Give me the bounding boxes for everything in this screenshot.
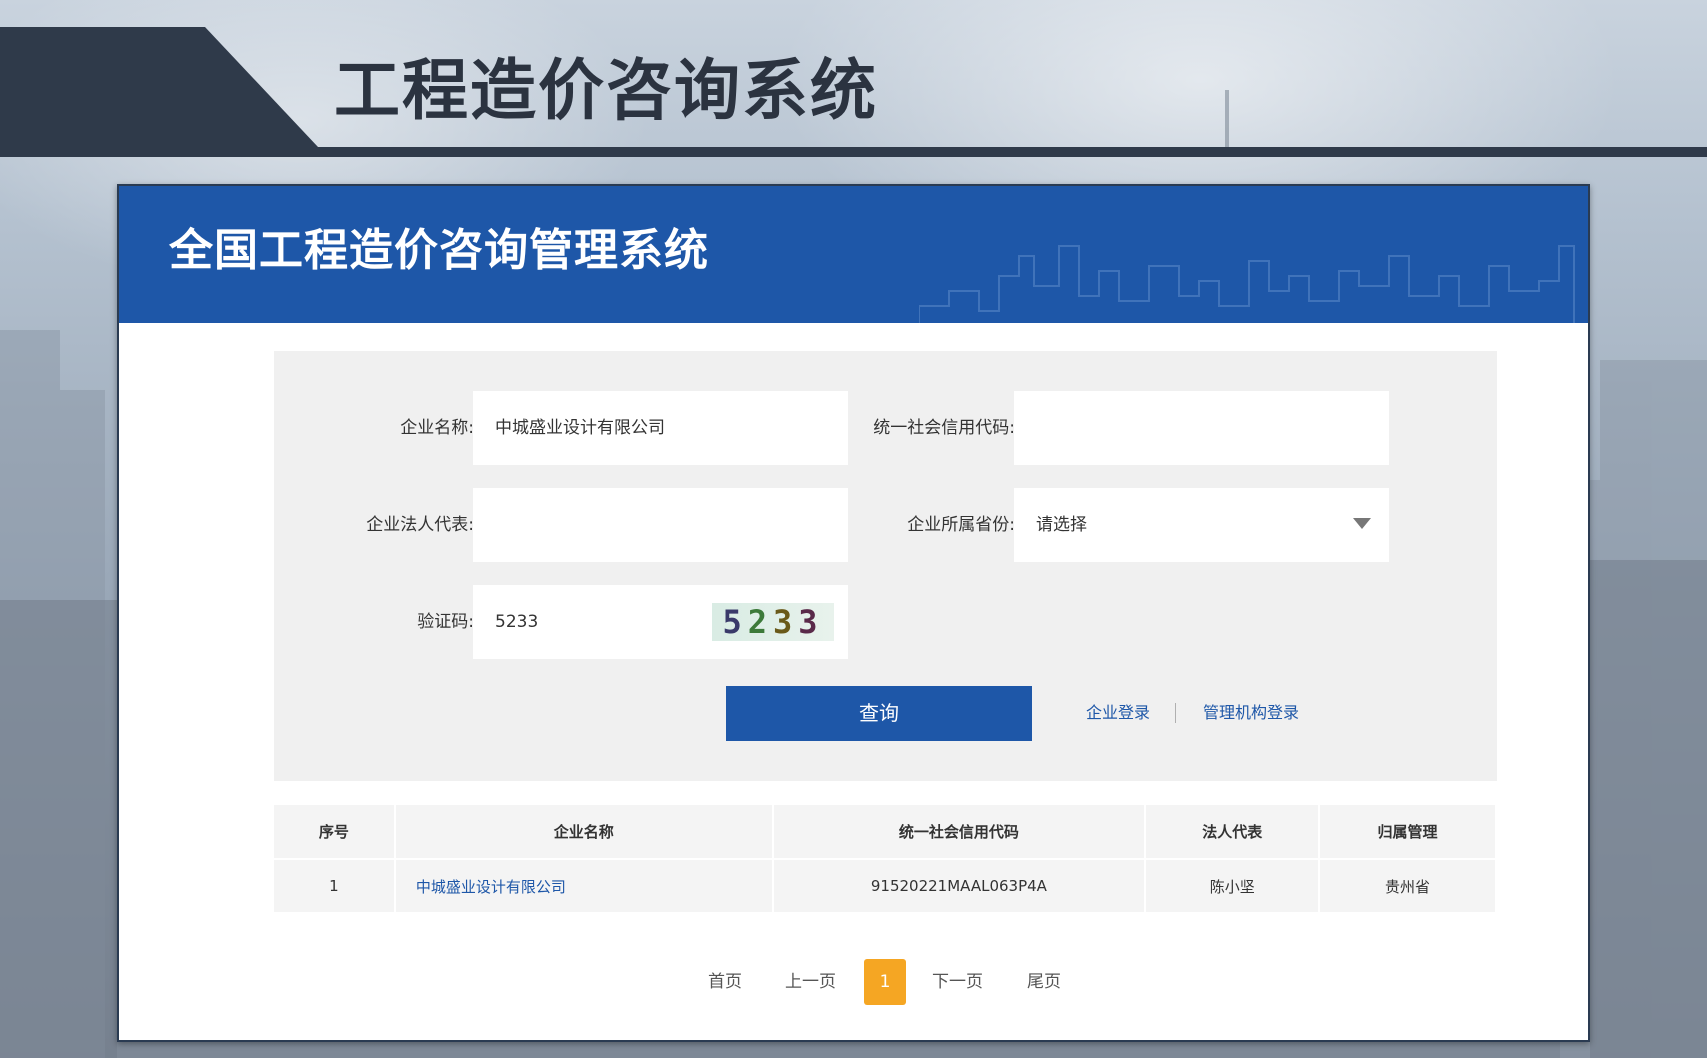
slide-title: 工程造价咨询系统 [334,52,878,129]
column-header-company-name: 企业名称 [394,805,774,860]
skyline-decoration [919,245,1575,323]
search-panel: 企业名称: 中城盛业设计有限公司 统一社会信用代码: 企业法人代表: 企业所属省… [274,351,1497,781]
cell-index: 1 [274,859,396,914]
cell-legal-rep: 陈小坚 [1145,859,1321,914]
credit-code-input[interactable] [1014,391,1389,465]
province-select[interactable]: 请选择 [1014,488,1389,562]
province-selected-value: 请选择 [1036,515,1087,535]
captcha-input-value: 5233 [495,612,539,632]
captcha-digit: 3 [798,603,824,641]
captcha-image[interactable]: 5233 [712,603,834,641]
app-banner: 全国工程造价咨询管理系统 [119,186,1588,323]
query-button[interactable]: 查询 [726,686,1032,741]
company-name-label: 企业名称: [400,418,474,438]
cell-province: 贵州省 [1319,859,1497,914]
table-header-row: 序号 企业名称 统一社会信用代码 法人代表 归属管理 [274,805,1497,860]
column-header-credit-code: 统一社会信用代码 [772,805,1147,860]
captcha-digit: 2 [747,603,773,641]
page-current[interactable]: 1 [864,959,906,1005]
column-header-index: 序号 [274,805,396,860]
app-title: 全国工程造价咨询管理系统 [169,225,709,276]
captcha-label: 验证码: [417,612,474,632]
credit-code-label: 统一社会信用代码: [873,418,1015,438]
chevron-down-icon [1353,518,1371,529]
page-first-link[interactable]: 首页 [708,959,742,1005]
company-name-input[interactable]: 中城盛业设计有限公司 [473,391,848,465]
page-prev-link[interactable]: 上一页 [785,959,836,1005]
province-label: 企业所属省份: [907,515,1015,535]
captcha-digit: 3 [773,603,799,641]
legal-rep-label: 企业法人代表: [366,515,474,535]
pagination: 首页 上一页 1 下一页 尾页 [119,959,1588,1005]
table-row: 1 中城盛业设计有限公司 91520221MAAL063P4A 陈小坚 贵州省 [274,859,1497,914]
admin-login-link[interactable]: 管理机构登录 [1203,698,1299,728]
column-header-province: 归属管理 [1319,805,1497,860]
app-window: 全国工程造价咨询管理系统 企业名称: 中城盛业设计有限公司 统一社会信用代码: … [117,184,1590,1042]
results-table: 序号 企业名称 统一社会信用代码 法人代表 归属管理 1 中城盛业设计有限公司 … [274,805,1497,914]
page-last-link[interactable]: 尾页 [1027,959,1061,1005]
legal-rep-input[interactable] [473,488,848,562]
link-divider [1175,703,1176,723]
captcha-input[interactable]: 5233 5233 [473,585,848,659]
column-header-legal-rep: 法人代表 [1145,805,1321,860]
slide-header-bar [0,147,1707,157]
cell-company-name-link[interactable]: 中城盛业设计有限公司 [394,859,774,914]
captcha-digit: 5 [722,603,748,641]
page-next-link[interactable]: 下一页 [932,959,983,1005]
company-login-link[interactable]: 企业登录 [1086,698,1150,728]
cell-credit-code: 91520221MAAL063P4A [772,859,1147,914]
